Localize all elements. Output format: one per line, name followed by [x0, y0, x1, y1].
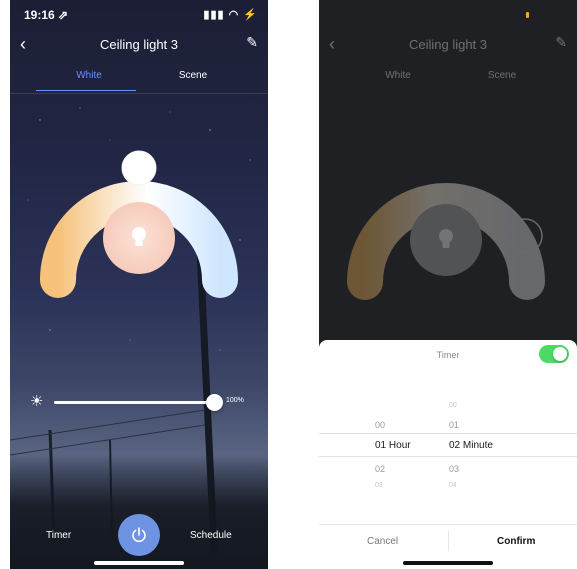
minute-option[interactable]: 01	[449, 420, 529, 430]
cancel-button[interactable]: Cancel	[367, 536, 398, 547]
brightness-slider-track[interactable]	[54, 394, 223, 411]
timer-sheet-header: Timer	[319, 340, 577, 370]
edit-icon: ✎	[555, 34, 567, 50]
status-bar: 19:16 ⇗ ▮▮▮ ◠ ⚡	[10, 0, 268, 26]
minute-wheel[interactable]: 00 01 02 Minute 03 04	[449, 390, 529, 510]
active-tab-indicator	[36, 90, 136, 91]
time-picker[interactable]: 00 01 Hour 02 03 00 01 02 Minute 03 04	[319, 390, 577, 510]
edit-icon[interactable]: ✎	[246, 34, 258, 51]
tab-scene: Scene	[487, 70, 517, 81]
tab-scene[interactable]: Scene	[138, 70, 248, 81]
status-icons: ▮▮▮ ◠ ⚡	[203, 9, 258, 21]
brightness-control: ☀ 100%	[30, 392, 260, 412]
power-icon	[132, 527, 146, 543]
tab-bar: White Scene	[10, 66, 268, 94]
button-separator	[448, 531, 449, 551]
timer-toggle[interactable]	[539, 345, 569, 363]
schedule-button[interactable]: Schedule	[190, 530, 232, 541]
minute-option[interactable]: 00	[449, 402, 529, 409]
hour-option[interactable]: 00	[375, 420, 455, 430]
hour-option[interactable]: 02	[375, 464, 455, 474]
timer-bottom-sheet: Timer 00 01 Hour 02 03 00 01 02 Minute 0…	[319, 340, 577, 569]
main-screen: 19:16 ⇗ ▮▮▮ ◠ ⚡ ‹ Ceiling light 3 ✎ Whit…	[10, 0, 268, 569]
status-time: 19:16 ⇗	[24, 8, 69, 22]
brightness-percent: 100%	[226, 397, 244, 404]
color-temperature-wheel-dimmed	[347, 183, 545, 300]
tab-white[interactable]: White	[34, 70, 144, 81]
tab-white: White	[385, 70, 411, 81]
wheel-selector-handle[interactable]	[121, 150, 157, 186]
page-title: Ceiling light 3	[408, 37, 488, 52]
sun-icon: ☀	[30, 393, 44, 410]
timer-button[interactable]: Timer	[46, 530, 71, 541]
power-button[interactable]	[118, 514, 160, 556]
toggle-knob	[553, 347, 567, 361]
confirm-button[interactable]: Confirm	[497, 536, 535, 547]
page-title: Ceiling light 3	[99, 37, 179, 52]
tab-divider	[10, 93, 268, 94]
sheet-divider	[319, 524, 577, 525]
hour-selected[interactable]: 01 Hour	[375, 440, 455, 451]
minute-selected[interactable]: 02 Minute	[449, 440, 529, 451]
header: ‹ Ceiling light 3 ✎	[10, 30, 268, 60]
brightness-slider-thumb[interactable]	[205, 394, 223, 411]
status-indicator-dot	[526, 12, 529, 18]
tab-bar-dimmed: White Scene	[319, 66, 577, 94]
timer-screen: ‹ Ceiling light 3 ✎ White Scene Timer 00…	[319, 0, 577, 569]
home-indicator	[403, 561, 493, 565]
hour-wheel[interactable]: 00 01 Hour 02 03	[375, 390, 455, 510]
minute-option[interactable]: 03	[449, 464, 529, 474]
hour-unit-label: Hour	[388, 440, 411, 451]
home-indicator	[94, 561, 184, 565]
hour-option[interactable]: 03	[375, 482, 455, 489]
header-dimmed: ‹ Ceiling light 3 ✎	[319, 30, 577, 60]
minute-unit-label: Minute	[462, 440, 493, 451]
color-temperature-wheel[interactable]	[40, 148, 238, 318]
bottom-action-bar: Timer Schedule	[10, 510, 268, 560]
minute-option[interactable]: 04	[449, 482, 529, 489]
